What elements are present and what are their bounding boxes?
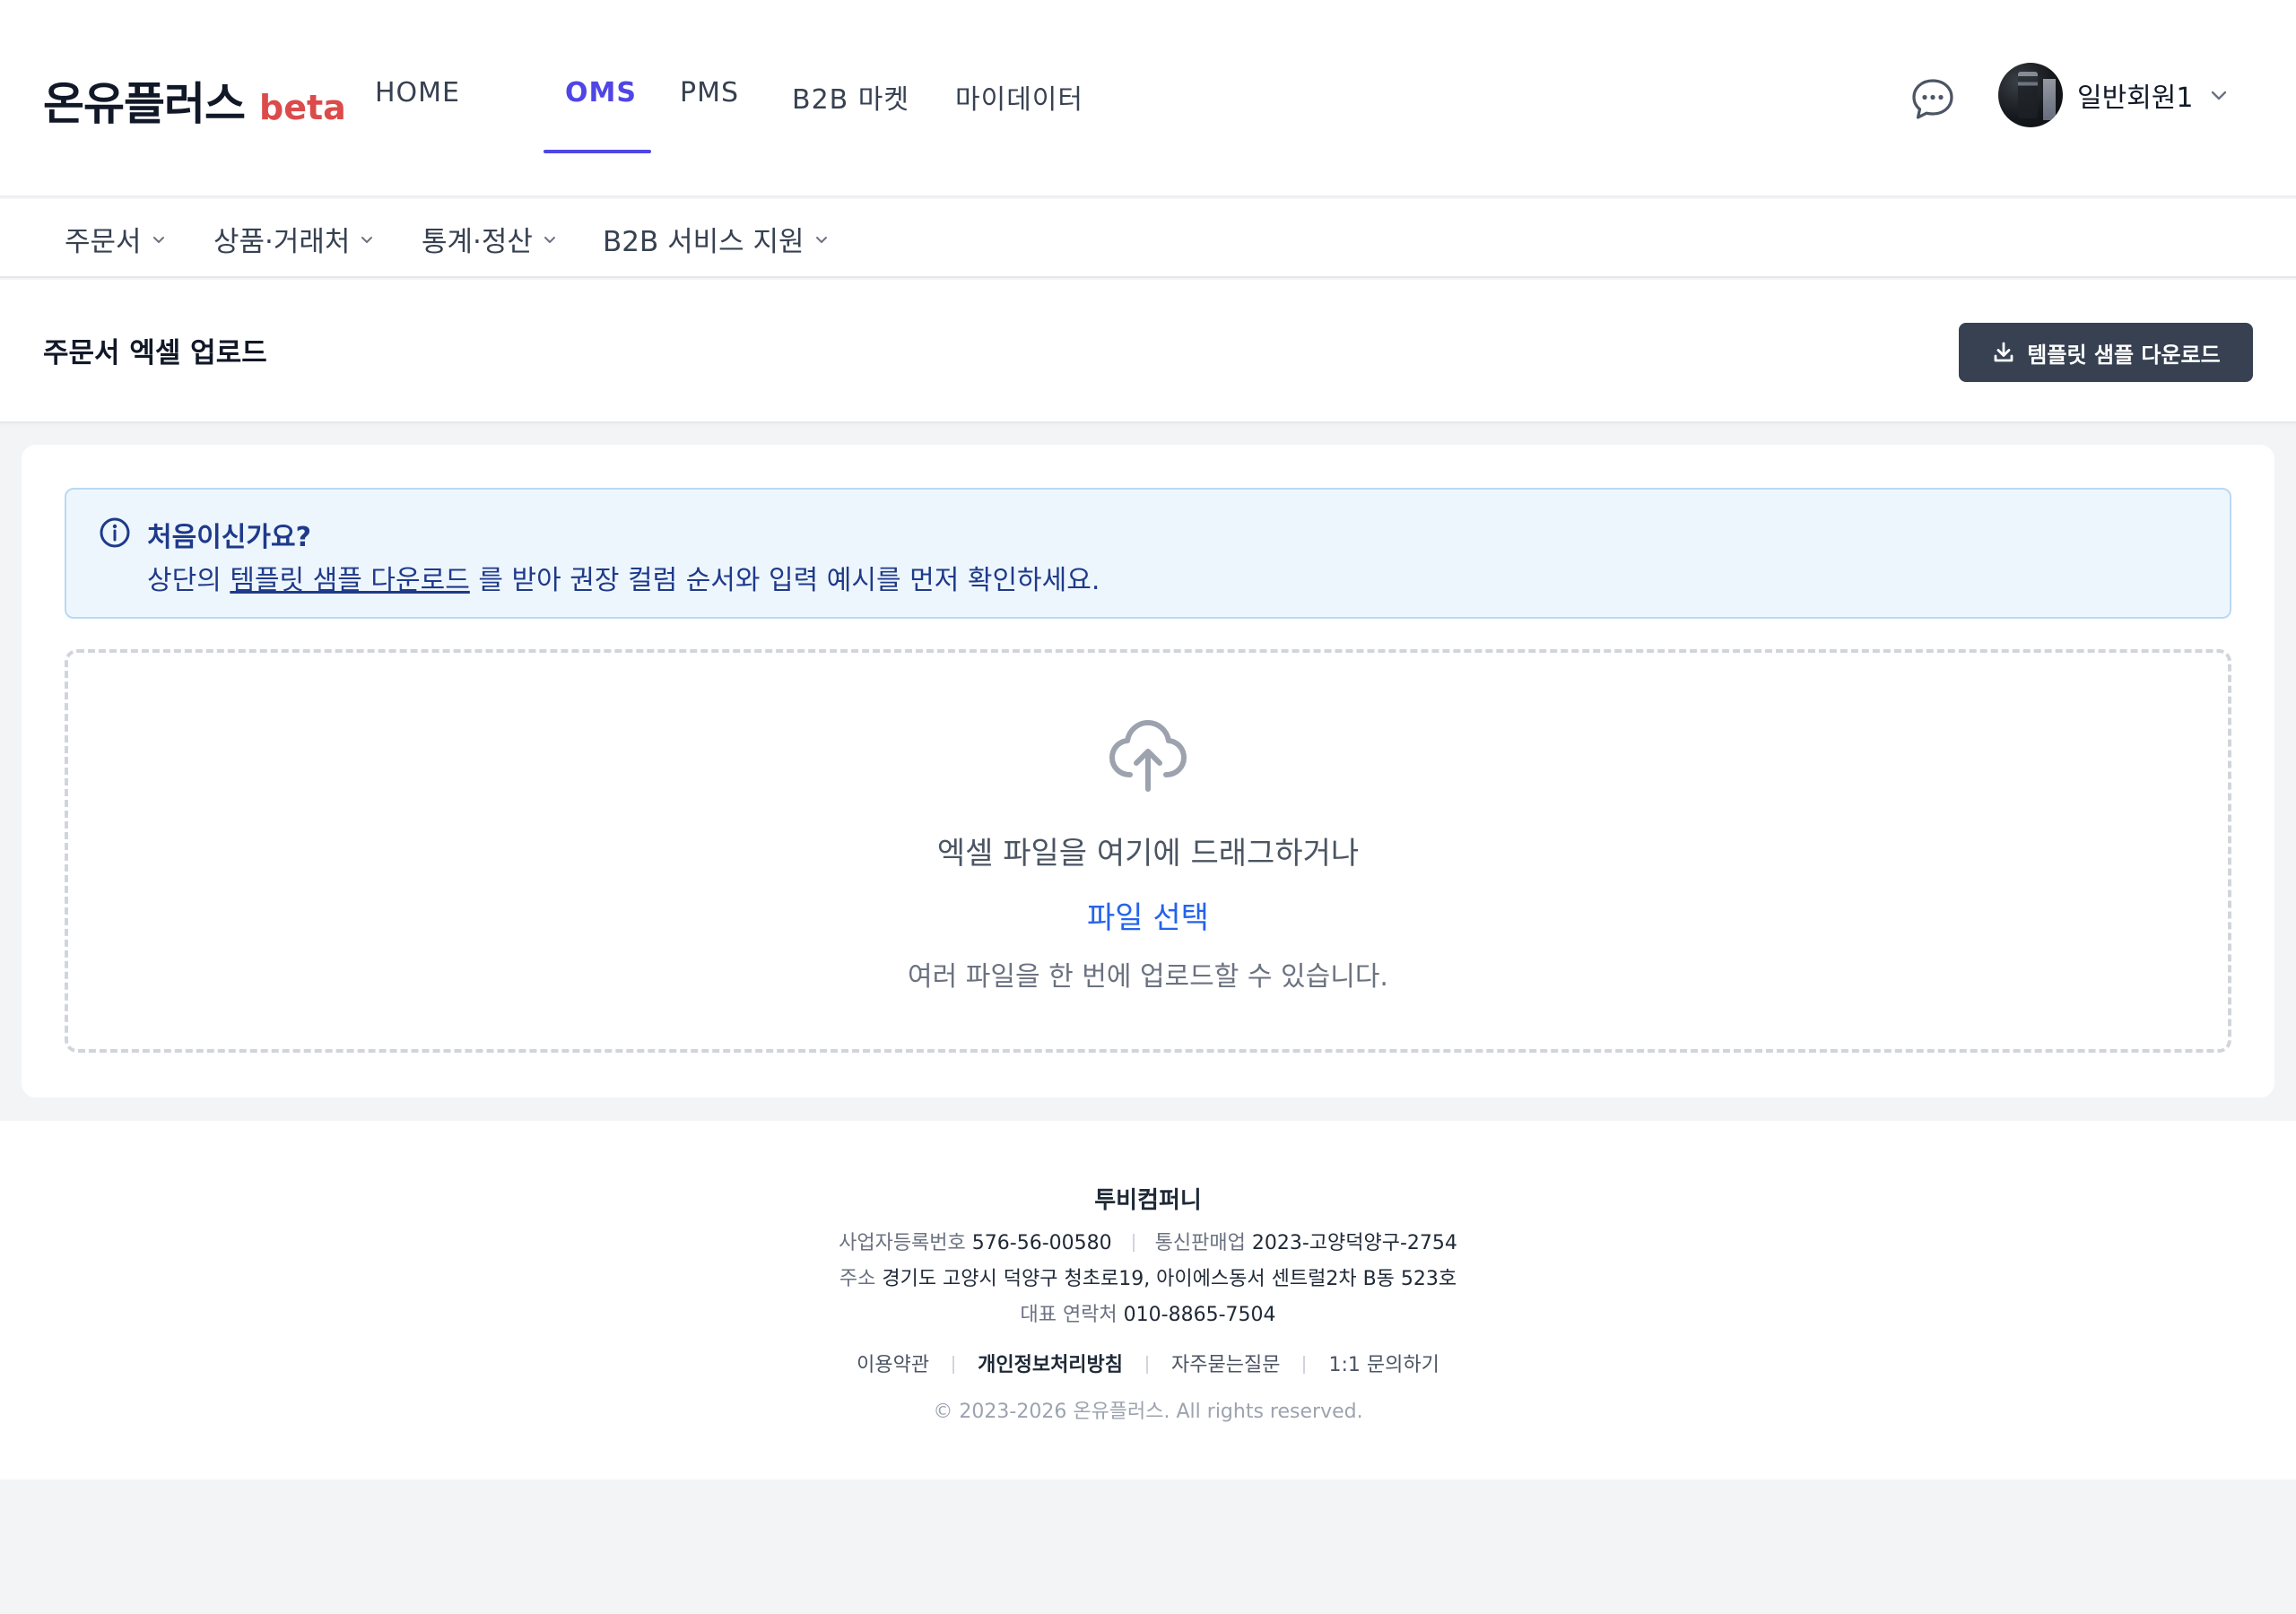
file-dropzone[interactable]: 엑셀 파일을 여기에 드래그하거나 파일 선택 여러 파일을 한 번에 업로드할… [65, 649, 2231, 1053]
chat-bubble-icon[interactable] [1910, 77, 1955, 122]
address-label: 주소 [839, 1268, 876, 1290]
dropzone-hint: 여러 파일을 한 번에 업로드할 수 있습니다. [908, 961, 1388, 993]
subnav-orders[interactable]: 주문서 [65, 219, 167, 259]
chevron-down-icon [152, 236, 164, 243]
chevron-down-icon [361, 236, 373, 243]
footer-link-privacy[interactable]: 개인정보처리방침 [978, 1354, 1123, 1376]
info-text-prefix: 상단의 [147, 565, 230, 596]
subnav-products-partners[interactable]: 상품·거래처 [213, 219, 375, 259]
footer-phone-line: 대표 연락처 010-8865-7504 [0, 1298, 2296, 1327]
mail-order-no: 2023-고양덕양구-2754 [1251, 1232, 1457, 1254]
footer-address-line: 주소 경기도 고양시 덕양구 청초로19, 아이에스동서 센트럴2차 B동 52… [0, 1263, 2296, 1291]
nav-b2b-market[interactable]: B2B 마켓 [792, 77, 909, 117]
mail-order-label: 통신판매업 [1154, 1232, 1246, 1254]
subnav-products-partners-label: 상품·거래처 [213, 226, 351, 258]
info-banner: 처음이신가요? 상단의 템플릿 샘플 다운로드 를 받아 권장 컬럼 순서와 입… [65, 488, 2231, 619]
footer-link-inquiry[interactable]: 1:1 문의하기 [1328, 1354, 1439, 1376]
footer-divider [952, 1356, 955, 1374]
chevron-down-icon[interactable] [2208, 84, 2230, 106]
template-download-button[interactable]: 템플릿 샘플 다운로드 [1959, 323, 2253, 382]
info-text: 상단의 템플릿 샘플 다운로드 를 받아 권장 컬럼 순서와 입력 예시를 먼저… [147, 558, 1100, 597]
file-select-link[interactable]: 파일 선택 [1087, 900, 1209, 936]
nav-mydata[interactable]: 마이데이터 [955, 77, 1083, 117]
top-header: 온유플러스 beta HOME OMS PMS B2B 마켓 마이데이터 일반회… [0, 0, 2296, 197]
subnav-b2b-support-label: B2B 서비스 지원 [603, 226, 804, 258]
footer-company: 투비컴퍼니 [1094, 1187, 1202, 1214]
footer-copyright: © 2023-2026 온유플러스. All rights reserved. [933, 1401, 1363, 1423]
info-icon [100, 517, 130, 548]
phone: 010-8865-7504 [1123, 1304, 1276, 1326]
brand-beta-tag: beta [259, 88, 346, 127]
nav-home[interactable]: HOME [375, 77, 460, 108]
footer-divider [1132, 1234, 1135, 1252]
brand-name[interactable]: 온유플러스 [43, 68, 246, 133]
active-nav-indicator [544, 150, 651, 153]
nav-pms[interactable]: PMS [680, 77, 739, 108]
info-title: 처음이신가요? [147, 522, 312, 553]
template-download-label: 템플릿 샘플 다운로드 [2027, 342, 2221, 368]
sub-nav: 주문서 상품·거래처 통계·정산 B2B 서비스 지원 [0, 199, 2296, 278]
address: 경기도 고양시 덕양구 청초로19, 아이에스동서 센트럴2차 B동 523호 [882, 1268, 1457, 1290]
brand-logo[interactable]: 온유플러스 beta [43, 68, 346, 133]
chevron-down-icon [815, 236, 827, 243]
info-template-link[interactable]: 템플릿 샘플 다운로드 [230, 565, 469, 596]
download-icon [1994, 342, 2013, 362]
subnav-b2b-support[interactable]: B2B 서비스 지원 [603, 219, 830, 259]
biz-no-label: 사업자등록번호 [839, 1232, 966, 1254]
upload-card: 처음이신가요? 상단의 템플릿 샘플 다운로드 를 받아 권장 컬럼 순서와 입… [22, 445, 2274, 1098]
subnav-stats-settlement-label: 통계·정산 [422, 226, 533, 258]
biz-no: 576-56-00580 [971, 1232, 1112, 1254]
dropzone-instruction: 엑셀 파일을 여기에 드래그하거나 [936, 836, 1360, 872]
phone-label: 대표 연락처 [1020, 1304, 1118, 1326]
page-title: 주문서 엑셀 업로드 [43, 337, 267, 369]
subnav-orders-label: 주문서 [65, 226, 142, 258]
avatar[interactable] [1998, 63, 2063, 127]
footer-link-terms[interactable]: 이용약관 [857, 1354, 929, 1376]
footer: 투비컴퍼니 사업자등록번호 576-56-00580 통신판매업 2023-고양… [0, 1121, 2296, 1480]
file-select-container: 파일 선택 [68, 893, 2228, 937]
subnav-stats-settlement[interactable]: 통계·정산 [422, 219, 558, 259]
page-header: 주문서 엑셀 업로드 템플릿 샘플 다운로드 [0, 280, 2296, 423]
user-name[interactable]: 일반회원1 [2077, 75, 2194, 115]
nav-oms[interactable]: OMS [565, 77, 637, 108]
footer-divider [1303, 1356, 1306, 1374]
chevron-down-icon [544, 236, 555, 243]
cloud-upload-icon [1109, 720, 1187, 792]
footer-link-faq[interactable]: 자주묻는질문 [1171, 1354, 1280, 1376]
footer-links: 이용약관 개인정보처리방침 자주묻는질문 1:1 문의하기 [0, 1349, 2296, 1377]
footer-divider [1146, 1356, 1149, 1374]
footer-business-info: 사업자등록번호 576-56-00580 통신판매업 2023-고양덕양구-27… [0, 1227, 2296, 1255]
info-text-suffix: 를 받아 권장 컬럼 순서와 입력 예시를 먼저 확인하세요. [469, 565, 1100, 596]
